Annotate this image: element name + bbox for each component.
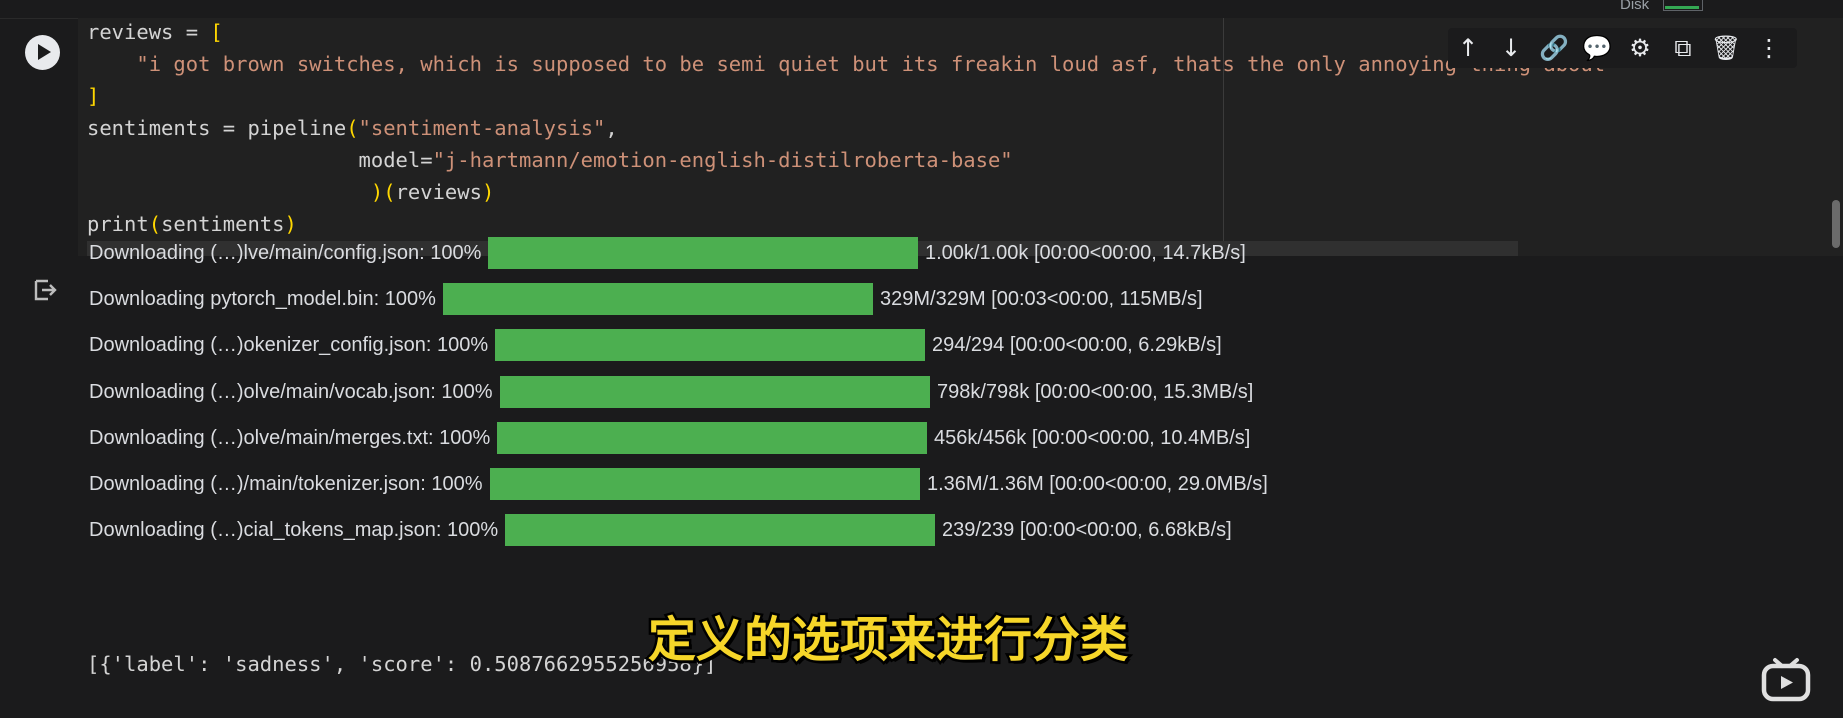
- code-line[interactable]: "i got brown switches, which is supposed…: [87, 48, 1605, 80]
- download-progress-bar: [497, 422, 927, 454]
- code-token: (: [148, 212, 162, 236]
- download-progress-bar: [490, 468, 920, 500]
- download-stats: 798k/798k [00:00<00:00, 15.3MB/s]: [937, 381, 1254, 403]
- code-line[interactable]: reviews = [: [87, 16, 1605, 48]
- download-stats: 456k/456k [00:00<00:00, 10.4MB/s]: [934, 427, 1251, 449]
- download-stats: 329M/329M [00:03<00:00, 115MB/s]: [880, 288, 1203, 310]
- code-line[interactable]: ]: [87, 80, 1605, 112]
- code-line[interactable]: )(reviews): [87, 176, 1605, 208]
- code-token: [: [210, 20, 223, 44]
- download-progress-bar: [495, 329, 925, 361]
- download-progress-fill: [500, 376, 930, 408]
- vertical-scrollbar[interactable]: [1832, 200, 1840, 248]
- code-token: (: [346, 116, 359, 140]
- code-token: sentiments = pipeline: [87, 116, 347, 140]
- run-cell-button[interactable]: [25, 35, 60, 70]
- download-progress-fill: [505, 514, 935, 546]
- code-token: print: [87, 212, 149, 236]
- download-label: Downloading (…)olve/main/merges.txt: 100…: [89, 427, 491, 449]
- download-label: Downloading (…)cial_tokens_map.json: 100…: [89, 519, 499, 541]
- disk-label: Disk: [1620, 0, 1650, 13]
- code-token: ,: [605, 116, 618, 140]
- code-line[interactable]: model="j-hartmann/emotion-english-distil…: [87, 144, 1605, 176]
- download-label: Downloading (…)/main/tokenizer.json: 100…: [89, 473, 483, 495]
- code-token: reviews: [395, 180, 482, 204]
- output-result: [{'label': 'sadness', 'score': 0.5087662…: [87, 652, 717, 676]
- gear-icon[interactable]: ⚙: [1623, 31, 1657, 65]
- code-token: "sentiment-analysis": [358, 116, 606, 140]
- code-token: model=: [87, 148, 433, 172]
- code-token: ): [284, 212, 297, 236]
- download-stats: 1.00k/1.00k [00:00<00:00, 14.7kB/s]: [925, 242, 1246, 264]
- code-token: reviews =: [87, 20, 211, 44]
- video-subtitle: 定义的选项来进行分类: [645, 610, 1130, 671]
- download-progress-fill: [497, 422, 927, 454]
- download-progress-bar: [500, 376, 930, 408]
- code-token: sentiments: [161, 212, 285, 236]
- comment-icon[interactable]: 💬: [1580, 31, 1614, 65]
- code-token: "j-hartmann/emotion-english-distilrobert…: [432, 148, 1013, 172]
- download-progress-bar: [488, 237, 918, 269]
- output-menu-icon[interactable]: [32, 278, 58, 302]
- download-progress-fill: [443, 283, 873, 315]
- cell-toolbar: ↑ ↓ 🔗 💬 ⚙ ⧉ 🗑 ⋮: [1448, 28, 1797, 68]
- move-cell-up-icon[interactable]: ↑: [1451, 31, 1485, 65]
- code-line[interactable]: sentiments = pipeline("sentiment-analysi…: [87, 112, 1605, 144]
- download-label: Downloading (…)olve/main/vocab.json: 100…: [89, 381, 493, 403]
- download-stats: 1.36M/1.36M [00:00<00:00, 29.0MB/s]: [927, 473, 1268, 495]
- code-line[interactable]: print(sentiments): [87, 208, 1605, 240]
- more-vert-icon[interactable]: ⋮: [1752, 31, 1786, 65]
- disk-usage-meter[interactable]: [1663, 0, 1703, 11]
- move-cell-down-icon[interactable]: ↓: [1494, 31, 1528, 65]
- bilibili-logo-icon: [1761, 658, 1811, 702]
- mirror-cell-icon[interactable]: ⧉: [1666, 31, 1700, 65]
- code-token: "i got brown switches, which is supposed…: [136, 52, 1606, 76]
- download-progress-bar: [505, 514, 935, 546]
- download-stats: 294/294 [00:00<00:00, 6.29kB/s]: [932, 334, 1222, 356]
- download-progress-fill: [495, 329, 925, 361]
- code-text[interactable]: reviews = [ "i got brown switches, which…: [87, 16, 1605, 240]
- trash-icon[interactable]: 🗑: [1709, 31, 1743, 65]
- link-icon[interactable]: 🔗: [1537, 31, 1571, 65]
- code-token: ]: [87, 84, 100, 108]
- download-stats: 239/239 [00:00<00:00, 6.68kB/s]: [942, 519, 1232, 541]
- download-progress-fill: [490, 468, 920, 500]
- download-label: Downloading (…)lve/main/config.json: 100…: [89, 242, 482, 264]
- download-label: Downloading (…)okenizer_config.json: 100…: [89, 334, 489, 356]
- download-label: Downloading pytorch_model.bin: 100%: [89, 288, 436, 310]
- download-progress-bar: [443, 283, 873, 315]
- code-token: ): [481, 180, 495, 204]
- code-token: )(: [370, 180, 396, 204]
- download-progress-fill: [488, 237, 918, 269]
